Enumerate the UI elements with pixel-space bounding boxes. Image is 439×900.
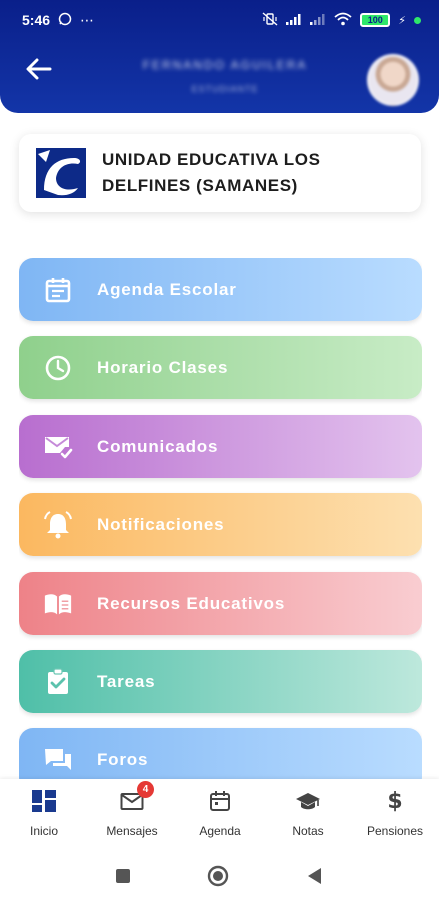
menu-item-label: Horario Clases [97, 357, 229, 377]
status-time: 5:46 [22, 12, 51, 28]
clock-icon [43, 353, 73, 383]
triangle-back-icon [308, 868, 321, 884]
nav-mensajes[interactable]: 4 Mensajes [88, 781, 176, 847]
menu-item-label: Foros [97, 749, 149, 769]
vibrate-off-icon [262, 11, 278, 29]
more-dots-icon: ⋯ [80, 11, 96, 28]
menu-item-tareas[interactable]: Tareas [19, 650, 422, 713]
dollar-icon: $ [387, 788, 403, 814]
menu-item-notificaciones[interactable]: Notificaciones [19, 493, 422, 556]
bell-icon [43, 510, 73, 540]
menu-item-label: Recursos Educativos [97, 593, 286, 613]
nav-label: Notas [292, 824, 324, 838]
recent-apps-button[interactable] [112, 865, 134, 887]
back-button[interactable] [22, 52, 56, 86]
menu-item-label: Notificaciones [97, 514, 225, 534]
whatsapp-icon [58, 12, 72, 29]
message-badge: 4 [137, 781, 154, 798]
arrow-left-icon [26, 58, 52, 80]
calendar-icon [43, 275, 73, 305]
nav-inicio[interactable]: Inicio [0, 787, 88, 847]
menu-item-label: Comunicados [97, 436, 219, 456]
status-right: 100 ⚡ [262, 11, 421, 29]
envelope-icon: 4 [118, 781, 154, 815]
dashboard-icon [30, 787, 58, 815]
profile-role: ESTUDIANTE [191, 84, 259, 94]
menu-item-recursos-educativos[interactable]: Recursos Educativos [19, 572, 422, 635]
clipboard-check-icon [43, 667, 73, 697]
school-logo [36, 148, 86, 198]
status-left: 5:46 ⋯ [22, 12, 95, 29]
avatar[interactable] [367, 54, 419, 106]
home-button[interactable] [207, 865, 229, 887]
nav-agenda[interactable]: Agenda [176, 787, 264, 847]
wifi-icon [334, 12, 352, 29]
menu-item-label: Tareas [97, 671, 156, 691]
nav-label: Pensiones [366, 824, 424, 838]
book-icon [43, 589, 73, 619]
nav-label: Mensajes [106, 824, 158, 838]
status-bar: 5:46 ⋯ 100 ⚡ [0, 0, 439, 40]
system-nav-bar [0, 851, 439, 900]
mail-check-icon [43, 432, 73, 462]
circle-icon [207, 865, 229, 887]
profile-name: FERNANDO AGUILERA [142, 58, 308, 72]
menu-item-agenda-escolar[interactable]: Agenda Escolar [19, 258, 422, 321]
charging-icon: ⚡ [398, 14, 406, 27]
menu-item-label: Agenda Escolar [97, 279, 237, 299]
school-card: UNIDAD EDUCATIVA LOS DELFINES (SAMANES) [19, 134, 421, 212]
menu-item-horario-clases[interactable]: Horario Clases [19, 336, 422, 399]
forum-icon [43, 745, 73, 775]
status-dot [414, 16, 421, 24]
main-menu: Agenda Escolar Horario Clases Comunicado… [19, 258, 422, 780]
graduation-cap-icon [294, 787, 322, 815]
menu-item-comunicados[interactable]: Comunicados [19, 415, 422, 478]
school-name: UNIDAD EDUCATIVA LOS DELFINES (SAMANES) [102, 150, 321, 195]
app-header: 5:46 ⋯ 100 ⚡ FERNANDO AGUILERA ESTUDIANT… [0, 0, 439, 113]
bottom-nav: Inicio 4 Mensajes Agenda Notas $ Pension… [0, 779, 439, 851]
calendar-icon [206, 787, 234, 815]
signal-icon [310, 12, 326, 28]
nav-pensiones[interactable]: $ Pensiones [351, 787, 439, 847]
nav-notas[interactable]: Notas [264, 787, 352, 847]
signal-icon [286, 12, 302, 28]
nav-label: Agenda [199, 824, 241, 838]
square-icon [116, 869, 130, 883]
menu-item-foros[interactable]: Foros [19, 728, 422, 780]
back-system-button[interactable] [304, 865, 326, 887]
battery-icon: 100 [360, 13, 391, 27]
nav-label: Inicio [29, 824, 58, 838]
